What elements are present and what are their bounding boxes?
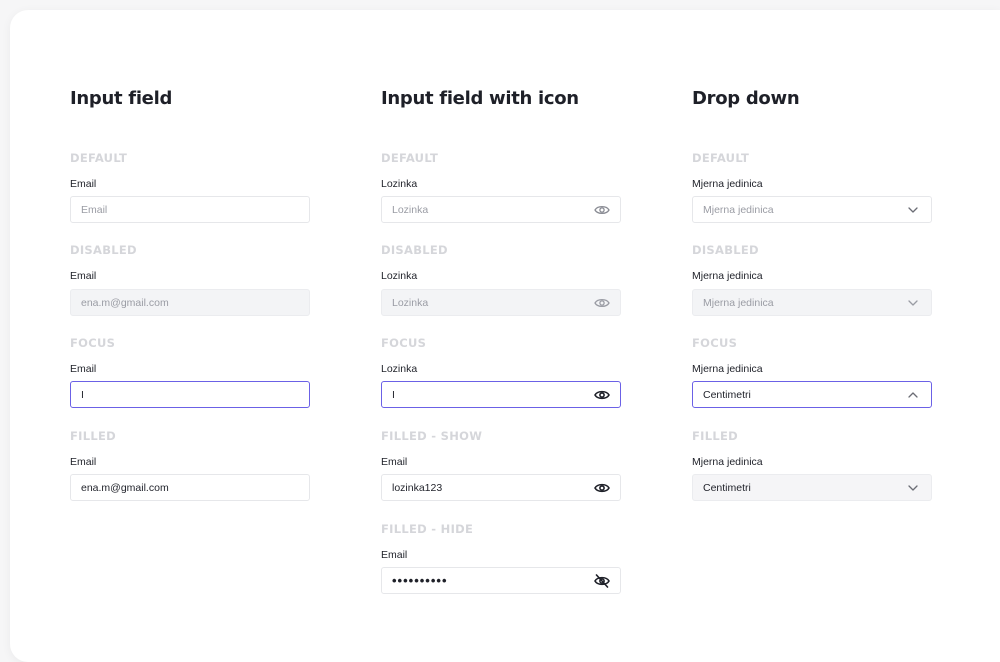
field-value: lozinka123 — [392, 481, 443, 494]
selected-value: Centimetri — [703, 388, 751, 401]
placeholder-text: Mjerna jedinica — [703, 203, 774, 216]
state-heading: DEFAULT — [381, 151, 439, 165]
column-title: Drop down — [692, 88, 800, 109]
field-value: ena.m@gmail.com — [81, 296, 169, 309]
field-label: Mjerna jedinica — [692, 270, 763, 282]
unit-dropdown-default[interactable]: Mjerna jedinica — [692, 196, 932, 223]
password-input-filled-show[interactable]: lozinka123 — [381, 474, 621, 501]
password-input-filled-hide[interactable]: •••••••••• — [381, 567, 621, 594]
field-label: Lozinka — [381, 270, 418, 282]
field-label: Mjerna jedinica — [692, 178, 763, 190]
state-heading: FILLED - SHOW — [381, 429, 483, 443]
state-heading: FILLED — [692, 429, 738, 443]
field-label: Email — [70, 456, 97, 468]
masked-password: •••••••••• — [392, 573, 448, 588]
password-input-focus[interactable]: I — [381, 381, 621, 408]
field-label: Mjerna jedinica — [692, 363, 763, 375]
state-heading: DISABLED — [381, 243, 448, 257]
chevron-up-icon — [905, 387, 921, 403]
state-heading: FOCUS — [381, 336, 427, 350]
email-input-filled[interactable]: ena.m@gmail.com — [70, 474, 310, 501]
password-input-default[interactable]: Lozinka — [381, 196, 621, 223]
text-cursor: I — [81, 388, 84, 401]
field-label: Email — [381, 456, 408, 468]
placeholder-text: Lozinka — [392, 203, 429, 216]
selected-value: Centimetri — [703, 481, 751, 494]
state-heading: DISABLED — [692, 243, 759, 257]
field-label: Email — [70, 363, 97, 375]
state-heading: DEFAULT — [692, 151, 750, 165]
state-heading: FILLED - HIDE — [381, 522, 474, 536]
field-label: Lozinka — [381, 363, 418, 375]
field-label: Mjerna jedinica — [692, 456, 763, 468]
eye-icon[interactable] — [594, 480, 610, 496]
state-heading: FOCUS — [70, 336, 116, 350]
email-input-disabled: ena.m@gmail.com — [70, 289, 310, 316]
placeholder-text: Email — [81, 203, 108, 216]
unit-dropdown-focus[interactable]: Centimetri — [692, 381, 932, 408]
state-heading: FOCUS — [692, 336, 738, 350]
email-input-default[interactable]: Email — [70, 196, 310, 223]
placeholder-text: Mjerna jedinica — [703, 296, 774, 309]
chevron-down-icon — [905, 295, 921, 311]
state-heading: DEFAULT — [70, 151, 128, 165]
column-title: Input field — [70, 88, 173, 109]
column-title: Input field with icon — [381, 88, 579, 109]
email-input-focus[interactable]: I — [70, 381, 310, 408]
eye-icon[interactable] — [594, 202, 610, 218]
field-value: ena.m@gmail.com — [81, 481, 169, 494]
state-heading: DISABLED — [70, 243, 137, 257]
chevron-down-icon — [905, 202, 921, 218]
eye-icon — [594, 295, 610, 311]
field-label: Email — [70, 178, 97, 190]
field-label: Lozinka — [381, 178, 418, 190]
placeholder-text: Lozinka — [392, 296, 429, 309]
state-heading: FILLED — [70, 429, 116, 443]
field-label: Email — [381, 549, 408, 561]
unit-dropdown-filled[interactable]: Centimetri — [692, 474, 932, 501]
eye-off-icon[interactable] — [594, 573, 610, 589]
chevron-down-icon — [905, 480, 921, 496]
eye-icon[interactable] — [594, 387, 610, 403]
field-label: Email — [70, 270, 97, 282]
password-input-disabled: Lozinka — [381, 289, 621, 316]
unit-dropdown-disabled: Mjerna jedinica — [692, 289, 932, 316]
text-cursor: I — [392, 388, 395, 401]
